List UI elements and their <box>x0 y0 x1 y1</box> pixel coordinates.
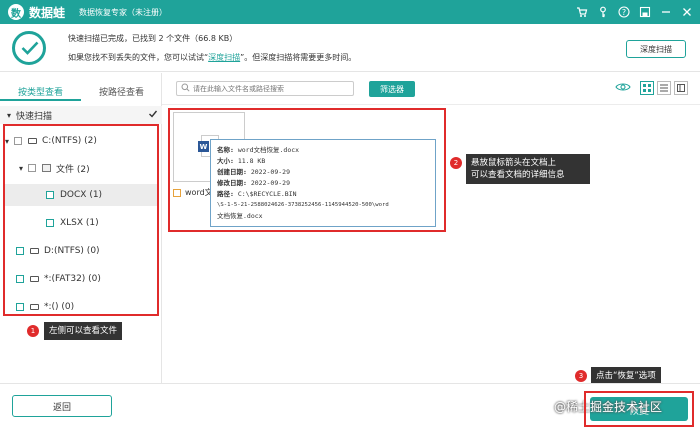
folder-icon <box>42 164 51 172</box>
drive-icon <box>30 276 39 282</box>
cart-icon[interactable] <box>574 4 589 19</box>
tooltip-path-value: C:\$RECYCLE.BIN <box>237 190 297 198</box>
watermark: @稀土掘金技术社区 <box>554 400 663 414</box>
chevron-down-icon[interactable]: ▾ <box>16 164 26 173</box>
tree-item-label: DOCX (1) <box>60 190 103 200</box>
view-tabs: 按类型查看 按路径查看 <box>0 81 162 101</box>
title-bar: 数 数据蛙 数据恢复专家（未注册） ? <box>0 0 700 24</box>
callout-number-2: 2 <box>450 157 462 169</box>
checkbox[interactable] <box>173 188 181 197</box>
tooltip-modified-label: 修改日期: <box>217 179 247 187</box>
tab-by-type[interactable]: 按类型查看 <box>0 81 81 101</box>
file-grid: W word文... 名称: word文档恢复.docx 大小: 11.8 KB… <box>162 106 700 383</box>
tree-item-label: 文件 (2) <box>56 164 90 175</box>
callout-text-2-line2: 可以查看文档的详细信息 <box>471 170 565 180</box>
word-badge-icon: W <box>198 141 209 152</box>
bottom-bar: 返回 恢复 @稀土掘金技术社区 <box>0 383 700 430</box>
help-icon[interactable]: ? <box>616 4 631 19</box>
chevron-down-icon[interactable]: ▾ <box>2 137 12 146</box>
brand-name: 数据蛙 <box>29 5 66 20</box>
deep-scan-button[interactable]: 深度扫描 <box>626 40 686 58</box>
minimize-icon[interactable] <box>658 4 673 19</box>
checkmark-icon <box>148 109 158 122</box>
tooltip-path-label: 路径: <box>217 190 234 198</box>
close-icon[interactable] <box>679 4 694 19</box>
key-icon[interactable] <box>595 4 610 19</box>
tree-item-c-drive[interactable]: ▾ C:(NTFS) (2) <box>0 130 157 152</box>
fast-scan-header[interactable]: ▾ 快速扫描 <box>0 106 162 124</box>
window-controls: ? <box>574 4 694 19</box>
app-logo: 数 数据蛙 <box>8 4 65 21</box>
callout-text-1: 左侧可以查看文件 <box>44 322 123 340</box>
checkbox[interactable] <box>46 219 54 227</box>
save-icon[interactable] <box>637 4 652 19</box>
tooltip-created-label: 创建日期: <box>217 168 247 176</box>
search-input[interactable] <box>193 84 353 93</box>
deep-scan-hint-prefix: 如果您找不到丢失的文件，您可以试试“ <box>68 53 209 62</box>
scan-summary: 快速扫描已完成，已找到 2 个文件（66.8 KB） 如果您找不到丢失的文件，您… <box>0 24 700 72</box>
detail-view-icon[interactable] <box>674 81 688 95</box>
callout-text-2: 悬放鼠标箭头在文档上 可以查看文档的详细信息 <box>466 154 590 184</box>
chevron-down-icon: ▾ <box>6 110 11 120</box>
callout-number-1: 1 <box>27 325 39 337</box>
deep-scan-hint: 如果您找不到丢失的文件，您可以试试“深度扫描”。但深度扫描将需要更多时间。 <box>68 52 356 63</box>
back-button[interactable]: 返回 <box>12 395 112 417</box>
tooltip-created-value: 2022-09-29 <box>250 168 290 176</box>
drive-icon <box>30 248 39 254</box>
tree-item-files-folder[interactable]: ▾ 文件 (2) <box>0 157 157 179</box>
tooltip-modified-value: 2022-09-29 <box>250 179 290 187</box>
tree-item-d-drive[interactable]: D:(NTFS) (0) <box>0 240 157 262</box>
tree-item-label: C:(NTFS) (2) <box>42 136 97 146</box>
filter-button[interactable]: 筛选器 <box>369 81 415 97</box>
svg-text:?: ? <box>621 8 625 17</box>
checkbox[interactable] <box>46 191 54 199</box>
tooltip-size-label: 大小: <box>217 157 234 165</box>
list-view-icon[interactable] <box>657 81 671 95</box>
tooltip-name-label: 名称: <box>217 146 234 154</box>
tooltip-path-line3: 文档恢复.docx <box>217 212 263 220</box>
checkbox[interactable] <box>16 247 24 255</box>
search-icon <box>181 83 190 95</box>
deep-scan-hint-suffix: ”。但深度扫描将需要更多时间。 <box>240 53 357 62</box>
view-controls <box>615 81 688 95</box>
deep-scan-link[interactable]: 深度扫描 <box>208 53 240 62</box>
eye-icon[interactable] <box>615 82 631 95</box>
scan-result-text: 快速扫描已完成，已找到 2 个文件（66.8 KB） <box>68 34 238 43</box>
tree-item-empty-drive[interactable]: *:() (0) <box>0 296 157 318</box>
tree-item-docx[interactable]: DOCX (1) <box>4 184 157 206</box>
tooltip-path-line2: \S-1-5-21-2588024626-3738252456-11459445… <box>217 202 389 208</box>
tree-item-label: *:() (0) <box>44 302 75 312</box>
search-box[interactable] <box>176 81 354 96</box>
checkbox[interactable] <box>14 137 22 145</box>
callout-text-2-line1: 悬放鼠标箭头在文档上 <box>471 158 557 168</box>
tree-item-label: XLSX (1) <box>60 218 99 228</box>
tooltip-name-value: word文档恢复.docx <box>237 146 300 154</box>
tab-by-path[interactable]: 按路径查看 <box>81 81 162 101</box>
file-toolbar: 筛选器 <box>162 73 700 105</box>
checkbox[interactable] <box>16 275 24 283</box>
callout-number-3: 3 <box>575 370 587 382</box>
checkbox[interactable] <box>16 303 24 311</box>
drive-icon <box>28 138 37 144</box>
app-title: 数据恢复专家（未注册） <box>79 7 168 17</box>
logo-badge: 数 <box>8 4 24 20</box>
drive-icon <box>30 304 39 310</box>
tooltip-size-value: 11.8 KB <box>237 157 266 165</box>
tree-item-label: *:(FAT32) (0) <box>44 274 101 284</box>
check-circle-icon <box>12 31 46 65</box>
tree-item-fat32-drive[interactable]: *:(FAT32) (0) <box>0 268 157 290</box>
grid-view-icon[interactable] <box>640 81 654 95</box>
tree-item-xlsx[interactable]: XLSX (1) <box>0 212 157 234</box>
checkbox[interactable] <box>28 164 36 172</box>
tree-item-label: D:(NTFS) (0) <box>44 246 100 256</box>
fast-scan-label: 快速扫描 <box>16 111 53 122</box>
file-info-tooltip: 名称: word文档恢复.docx 大小: 11.8 KB 创建日期: 2022… <box>210 139 436 227</box>
